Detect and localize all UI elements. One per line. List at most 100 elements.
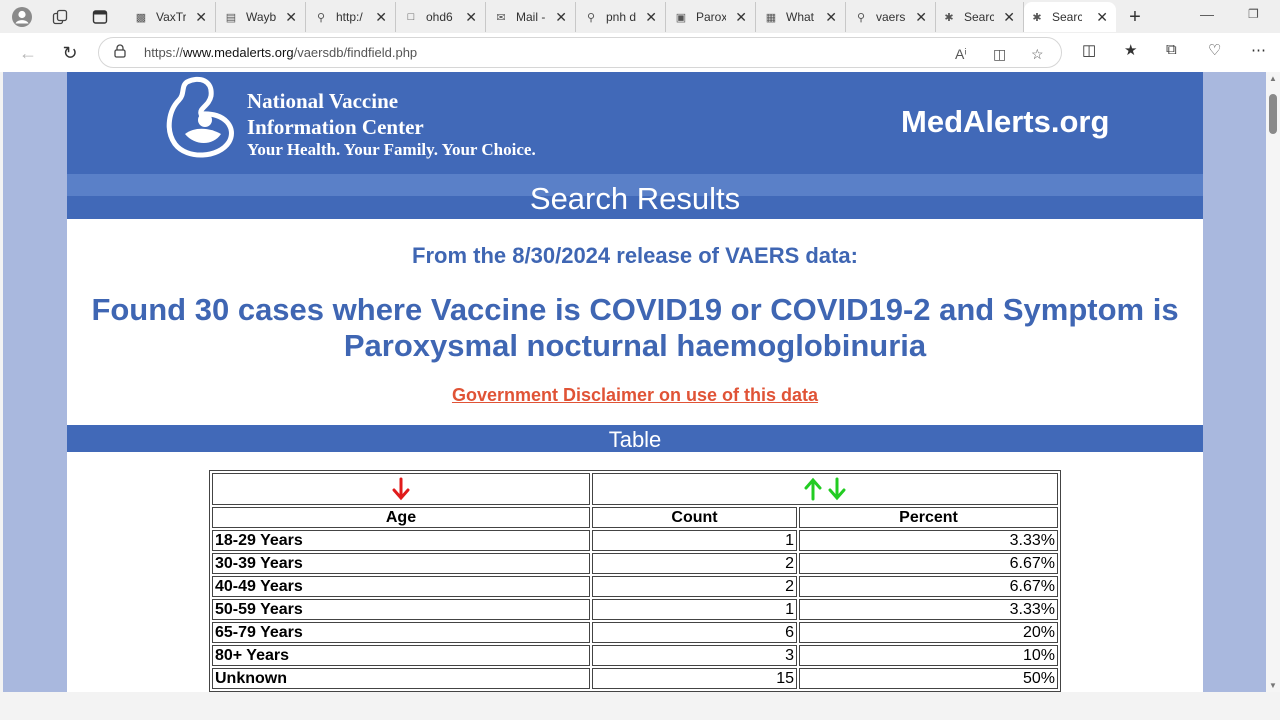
table-row: 40-49 Years 2 6.67% [212, 576, 1058, 597]
split-screen-icon[interactable]: ◫ [1082, 41, 1096, 59]
table-row: 30-39 Years 2 6.67% [212, 553, 1058, 574]
browser-tab[interactable]: ⚲ http:/ ✕ [308, 2, 396, 32]
age-cell: 80+ Years [212, 645, 590, 666]
percent-cell: 6.67% [799, 576, 1058, 597]
tab-title: Searc [964, 10, 994, 24]
found-summary-line2: Paroxysmal nocturnal haemoglobinuria [343, 328, 927, 363]
close-tab-icon[interactable]: ✕ [915, 9, 927, 26]
age-sort-cell [212, 473, 590, 505]
browser-tab[interactable]: ▩ VaxTr ✕ [128, 2, 216, 32]
profile-button[interactable] [6, 4, 38, 30]
browser-tab[interactable]: □ ohd6 ✕ [398, 2, 486, 32]
close-tab-icon[interactable]: ✕ [285, 9, 297, 26]
more-menu-icon[interactable]: ⋯ [1251, 41, 1266, 59]
count-cell: 2 [592, 576, 797, 597]
restore-button[interactable]: ❐ [1248, 7, 1259, 21]
count-cell: 1 [592, 530, 797, 551]
plus-icon: + [1129, 5, 1141, 28]
age-count-table: Age Count Percent 18-29 Years 1 3.33% 30-39… [209, 470, 1061, 692]
scroll-up-icon[interactable]: ▲ [1269, 74, 1277, 83]
percent-cell: 6.67% [799, 553, 1058, 574]
close-tab-icon[interactable]: ✕ [735, 9, 747, 26]
tab-title: http:/ [336, 10, 363, 24]
lock-icon [114, 44, 130, 61]
percent-cell: 3.33% [799, 530, 1058, 551]
nvic-icon: ✱ [944, 11, 954, 24]
header-row: Age Count Percent [212, 507, 1058, 528]
browser-tab[interactable]: ✉ Mail - ✕ [488, 2, 576, 32]
count-cell: 2 [592, 553, 797, 574]
close-tab-icon[interactable]: ✕ [465, 9, 477, 26]
browser-tab[interactable]: ✱ Searc ✕ [936, 2, 1024, 32]
minimize-button[interactable]: — [1200, 6, 1214, 22]
sort-down-green-icon[interactable] [827, 477, 847, 501]
page-viewport: National Vaccine Information Center Your… [3, 72, 1266, 692]
table-section-heading: Table [608, 427, 662, 452]
collections-icon[interactable]: ⧉ [1166, 41, 1177, 58]
count-cell: 15 [592, 668, 797, 689]
close-tab-icon[interactable]: ✕ [645, 9, 657, 26]
close-tab-icon[interactable]: ✕ [195, 9, 207, 26]
count-cell: 6 [592, 622, 797, 643]
org-name: National Vaccine Information Center [247, 88, 424, 140]
browser-tab[interactable]: ✱ Searc ✕ [1024, 2, 1116, 32]
immersive-reader-icon[interactable]: ◫ [993, 46, 1006, 63]
age-cell: 50-59 Years [212, 599, 590, 620]
favorite-star-icon[interactable]: ☆ [1031, 46, 1044, 63]
column-header-age: Age [212, 507, 590, 528]
favorites-icon[interactable]: ★ [1124, 41, 1137, 59]
close-tab-icon[interactable]: ✕ [825, 9, 837, 26]
back-button[interactable]: ← [14, 39, 42, 67]
workspaces-icon [52, 9, 68, 25]
found-summary: Found 30 cases where Vaccine is COVID19 … [67, 292, 1203, 364]
table-row: 50-59 Years 1 3.33% [212, 599, 1058, 620]
count-cell: 1 [592, 599, 797, 620]
browser-tab[interactable]: ▦ What ✕ [758, 2, 846, 32]
age-cell: 30-39 Years [212, 553, 590, 574]
tab-title: Parox [696, 10, 726, 24]
count-cell: 3 [592, 645, 797, 666]
read-aloud-icon[interactable]: Aⁱ [955, 46, 967, 63]
tab-title: VaxTr [156, 10, 186, 24]
tab-title: Searc [1052, 10, 1082, 24]
close-tab-icon[interactable]: ✕ [555, 9, 567, 26]
document-icon: □ [407, 11, 415, 23]
address-bar[interactable]: https://www.medalerts.org/vaersdb/findfi… [98, 37, 1062, 68]
refresh-icon: ↻ [62, 42, 78, 63]
percent-cell: 3.33% [799, 599, 1058, 620]
url-text[interactable]: https://www.medalerts.org/vaersdb/findfi… [144, 45, 417, 60]
browser-essentials-icon[interactable]: ♡ [1208, 41, 1221, 59]
browser-tab[interactable]: ⚲ pnh d ✕ [578, 2, 666, 32]
search-icon: ⚲ [316, 11, 326, 24]
count-sort-cell [592, 473, 1058, 505]
close-tab-icon[interactable]: ✕ [1003, 9, 1015, 26]
column-header-count: Count [592, 507, 797, 528]
browser-tab[interactable]: ▤ Wayb ✕ [218, 2, 306, 32]
disclaimer-container: Government Disclaimer on use of this dat… [67, 385, 1203, 406]
scroll-thumb[interactable] [1269, 94, 1277, 134]
workspaces-button[interactable] [44, 4, 76, 30]
column-header-percent: Percent [799, 507, 1058, 528]
page-icon: ▩ [135, 11, 147, 24]
org-name-line2: Information Center [247, 115, 424, 139]
vertical-tabs-button[interactable] [84, 4, 116, 30]
release-line: From the 8/30/2024 release of VAERS data… [412, 243, 858, 268]
browser-tab[interactable]: ⚲ vaers ✕ [848, 2, 936, 32]
page-scrollbar[interactable]: ▲ ▼ [1266, 72, 1280, 692]
close-tab-icon[interactable]: ✕ [1096, 9, 1108, 26]
tab-actions-icon [92, 10, 108, 24]
table-row: Unknown 15 50% [212, 668, 1058, 689]
age-cell: 40-49 Years [212, 576, 590, 597]
close-tab-icon[interactable]: ✕ [375, 9, 387, 26]
browser-tab[interactable]: ▣ Parox ✕ [668, 2, 756, 32]
refresh-button[interactable]: ↻ [56, 39, 84, 67]
sort-down-red-icon[interactable] [391, 477, 411, 501]
back-arrow-icon: ← [19, 42, 37, 63]
table-row: 18-29 Years 1 3.33% [212, 530, 1058, 551]
new-tab-button[interactable]: + [1122, 4, 1148, 30]
sort-up-green-icon[interactable] [803, 477, 823, 501]
org-tagline: Your Health. Your Family. Your Choice. [247, 140, 536, 159]
site-name[interactable]: MedAlerts.org [901, 104, 1109, 140]
disclaimer-link[interactable]: Government Disclaimer on use of this dat… [452, 385, 818, 405]
scroll-down-icon[interactable]: ▼ [1269, 681, 1277, 690]
